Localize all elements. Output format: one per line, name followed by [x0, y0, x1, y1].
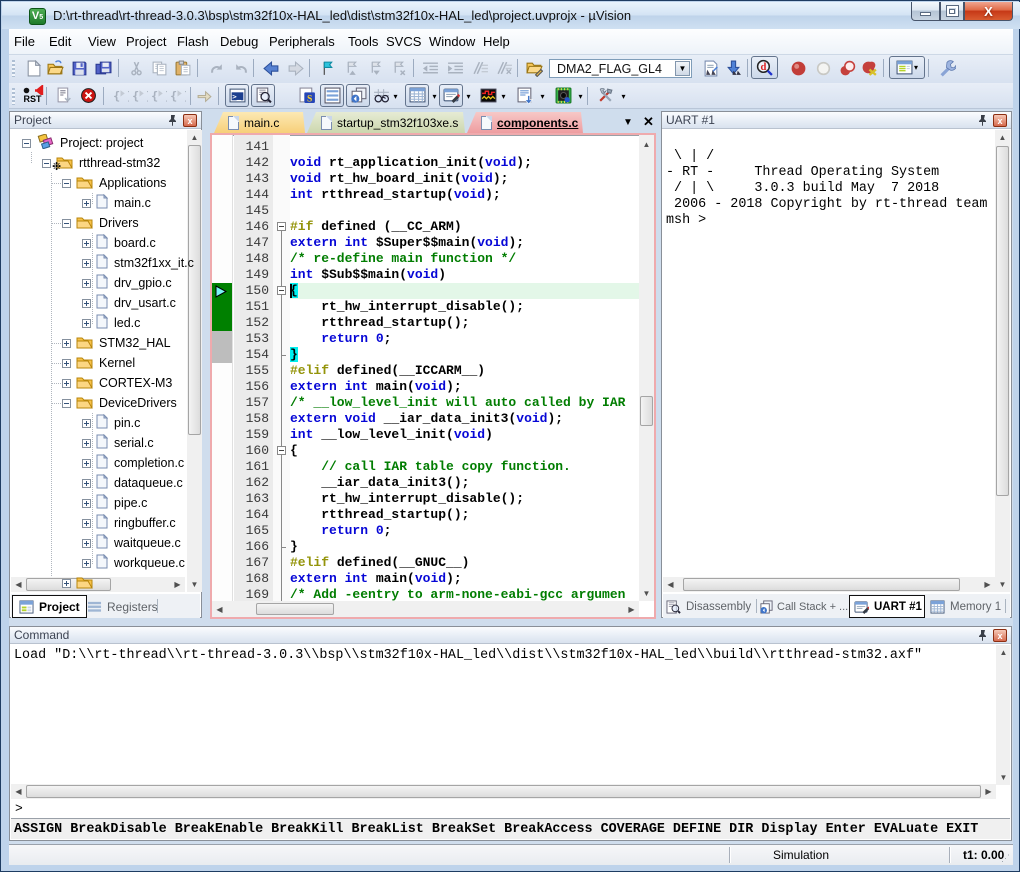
svg-text:S: S	[307, 93, 312, 104]
svg-text:d: d	[760, 62, 766, 73]
svg-text:>_: >_	[232, 92, 241, 101]
